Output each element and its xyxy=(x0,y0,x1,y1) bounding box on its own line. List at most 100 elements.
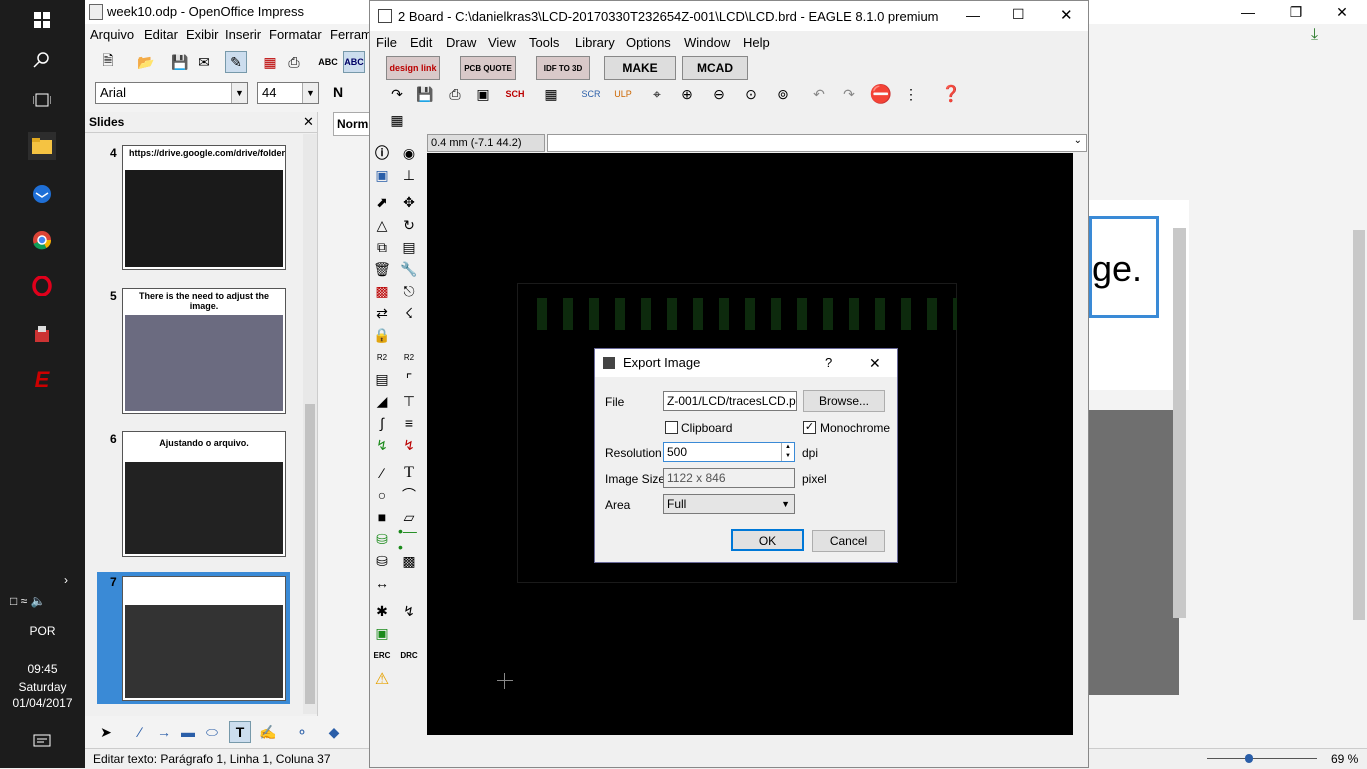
mirror-icon[interactable]: △ xyxy=(371,214,393,236)
group-icon[interactable]: ▩ xyxy=(371,280,393,302)
rectangle-icon[interactable]: ▬ xyxy=(177,721,199,743)
autorouter-icon[interactable]: ↯ xyxy=(398,600,420,622)
layers-icon[interactable]: ▣ xyxy=(371,164,393,186)
pdf-icon[interactable]: ▦ xyxy=(259,51,281,73)
miter-icon[interactable]: ⌜ xyxy=(398,368,420,390)
zoom-slider-thumb[interactable] xyxy=(1245,754,1253,763)
zoom-slider[interactable] xyxy=(1193,754,1353,764)
chrome-icon[interactable] xyxy=(28,226,56,254)
route-icon[interactable]: ▤ xyxy=(371,368,393,390)
name-icon[interactable]: R2 xyxy=(371,346,393,368)
resolution-input[interactable]: 500 xyxy=(663,442,795,462)
zoom-fit-icon[interactable]: ⌖ xyxy=(646,83,668,105)
browse-button[interactable]: Browse... xyxy=(803,390,885,412)
make-button[interactable]: MAKE xyxy=(604,56,676,80)
schematic-icon[interactable]: SCH xyxy=(504,83,526,105)
ratsnest-icon[interactable]: ✱ xyxy=(371,600,393,622)
paste-icon[interactable]: ▤ xyxy=(398,236,420,258)
dialog-help-button[interactable]: ? xyxy=(825,349,832,377)
copy-icon[interactable]: ⧉ xyxy=(371,236,393,258)
save-icon[interactable]: 💾 xyxy=(169,51,191,73)
mark-icon[interactable]: ⊥ xyxy=(398,164,420,186)
notifications-icon[interactable] xyxy=(28,728,56,756)
oo-menu-arquivo[interactable]: Arquivo xyxy=(90,25,134,45)
autospellcheck-icon[interactable]: ABC xyxy=(343,51,365,73)
go-icon[interactable]: ⋮ xyxy=(900,83,922,105)
ellipse-icon[interactable]: ⬭ xyxy=(201,721,223,743)
oo-menu-exibir[interactable]: Exibir xyxy=(186,25,219,45)
zoom-in-icon[interactable]: ⊕ xyxy=(676,83,698,105)
value-icon[interactable]: R2 xyxy=(398,346,420,368)
slides-scrollbar[interactable] xyxy=(303,134,317,714)
print-icon[interactable]: ⎙ xyxy=(283,51,305,73)
delete-icon[interactable]: 🗑 xyxy=(371,258,393,280)
print-icon[interactable]: ⎙ xyxy=(444,83,466,105)
grid-icon[interactable]: ▦ xyxy=(386,109,408,131)
slide-thumbnail[interactable]: https://drive.google.com/drive/folders/0… xyxy=(122,145,286,270)
eagle-close-button[interactable]: ✕ xyxy=(1060,6,1073,24)
zoom-level[interactable]: 69 % xyxy=(1331,749,1358,769)
view-tab-normal[interactable]: Norm xyxy=(333,112,373,136)
help-icon[interactable]: ❓ xyxy=(940,83,962,105)
stop-icon[interactable]: ⛔ xyxy=(870,83,892,105)
arc-icon[interactable]: ⌒ xyxy=(398,484,420,506)
eagle-minimize-button[interactable]: — xyxy=(966,7,980,23)
select-icon[interactable]: ⬈ xyxy=(371,191,393,213)
font-name-select[interactable]: Arial ▼ xyxy=(95,82,248,104)
resolution-spinner[interactable]: ▲ ▼ xyxy=(781,443,794,461)
zoom-select-icon[interactable]: ⊚ xyxy=(772,83,794,105)
board-icon[interactable]: ▦ xyxy=(540,83,562,105)
monochrome-checkbox[interactable]: ✓ xyxy=(803,421,816,434)
slide-thumbnail[interactable]: Ajustando o arquivo. xyxy=(122,431,286,557)
mcad-button[interactable]: MCAD xyxy=(682,56,748,80)
line-icon[interactable]: ∕ xyxy=(129,721,151,743)
language-indicator[interactable]: POR xyxy=(0,624,85,638)
shapes-icon[interactable]: ◆ xyxy=(323,721,345,743)
slide-thumbnail[interactable]: There is the need to adjust the image. xyxy=(122,288,286,414)
opera-icon[interactable] xyxy=(28,272,56,300)
text-icon[interactable]: T xyxy=(398,462,420,484)
chevron-down-icon[interactable]: ⌄ xyxy=(1074,135,1082,146)
meander-icon[interactable]: ∫ xyxy=(371,412,393,434)
chevron-up-icon[interactable]: › xyxy=(52,566,80,594)
replace-icon[interactable]: ⇄ xyxy=(371,302,393,324)
spellcheck-icon[interactable]: ABC xyxy=(317,51,339,73)
main-scrollbar[interactable] xyxy=(1353,230,1365,620)
eagle-menu-file[interactable]: File xyxy=(376,34,397,52)
lines-icon[interactable]: ≡ xyxy=(398,412,420,434)
signal-icon[interactable]: •—• xyxy=(398,523,420,555)
attribute-icon[interactable]: ▩ xyxy=(398,550,420,572)
slide-thumbnail[interactable] xyxy=(122,576,286,701)
clock-time[interactable]: 09:45 xyxy=(0,662,85,676)
app-icon[interactable] xyxy=(28,320,56,348)
area-select[interactable]: Full ▼ xyxy=(663,494,795,514)
oo-menu-formatar[interactable]: Formatar xyxy=(269,25,322,45)
arrow-line-icon[interactable]: → xyxy=(153,721,175,743)
oo-menu-inserir[interactable]: Inserir xyxy=(225,25,261,45)
rect-icon[interactable]: ■ xyxy=(371,506,393,528)
new-icon[interactable]: 🗎 xyxy=(97,51,119,73)
bold-button[interactable]: N xyxy=(333,84,343,100)
eagle-maximize-button[interactable]: ☐ xyxy=(1012,6,1025,23)
dimension-icon[interactable]: ↔ xyxy=(371,572,393,594)
task-view-icon[interactable] xyxy=(28,86,56,114)
lock-icon[interactable]: 🔒 xyxy=(371,324,393,346)
split-wire-icon[interactable]: ◢ xyxy=(371,390,393,412)
eagle-menu-help[interactable]: Help xyxy=(743,34,770,52)
design-link-button[interactable]: design link xyxy=(386,56,440,80)
circle-icon[interactable]: ○ xyxy=(371,484,393,506)
script-icon[interactable]: SCR xyxy=(580,83,602,105)
rotate-icon[interactable]: ↻ xyxy=(398,214,420,236)
board-outline-icon[interactable]: ▣ xyxy=(371,622,393,644)
optimize-icon[interactable]: ⊤ xyxy=(398,390,420,412)
oo-close-button[interactable]: ✕ xyxy=(1319,0,1365,24)
file-explorer-icon[interactable] xyxy=(28,132,56,160)
save-icon[interactable]: 💾 xyxy=(414,83,436,105)
drc-button[interactable]: DRC xyxy=(398,644,420,666)
warning-icon[interactable]: ⚠ xyxy=(371,668,393,690)
smash-icon[interactable]: ☇ xyxy=(398,302,420,324)
idf-to-3d-button[interactable]: IDF TO 3D xyxy=(536,56,590,80)
ulp-icon[interactable]: ULP xyxy=(612,83,634,105)
oo-restore-button[interactable]: ❐ xyxy=(1273,0,1319,24)
dialog-close-button[interactable]: ✕ xyxy=(869,349,881,377)
